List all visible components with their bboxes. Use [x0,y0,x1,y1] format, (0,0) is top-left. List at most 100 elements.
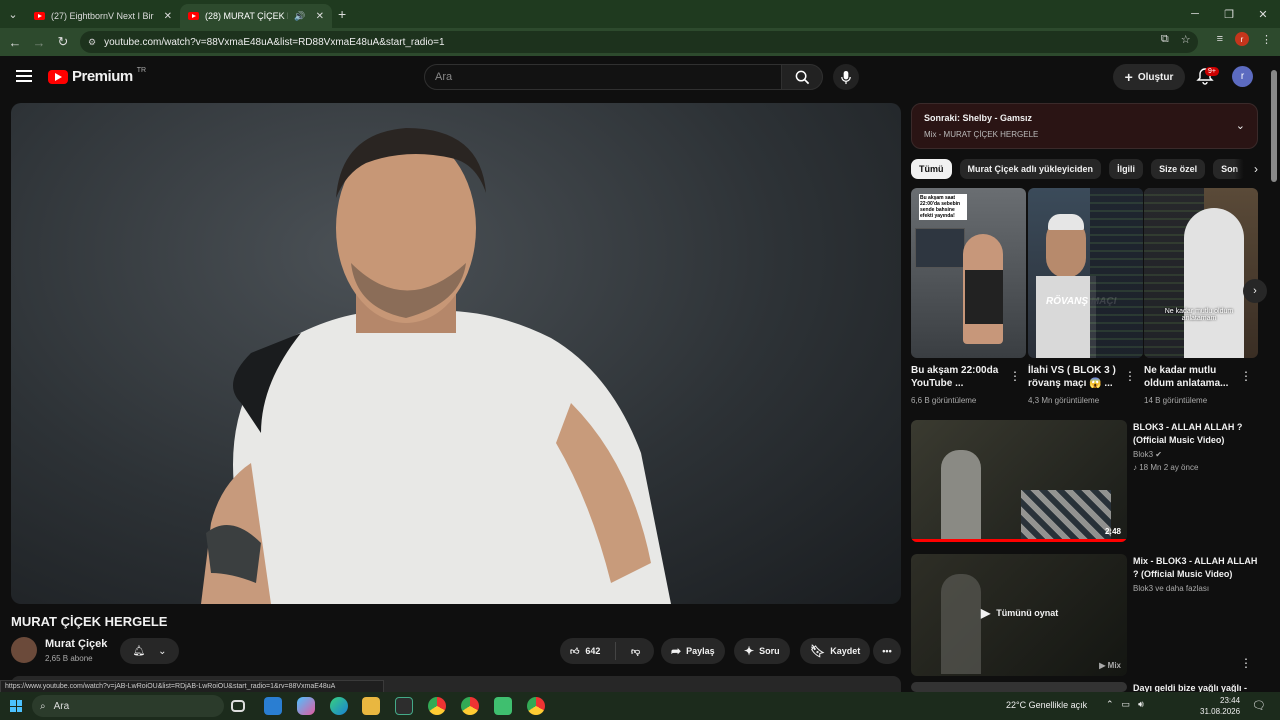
url-bar[interactable]: ⚙ youtube.com/watch?v=88VxmaE48uA&list=R… [80,31,1198,53]
channel-name[interactable]: Murat Çiçek [45,638,107,650]
hamburger-menu-icon[interactable] [16,70,32,82]
menu-dots-icon[interactable]: ⋮ [1261,33,1272,46]
short-overlay-text: Bu akşam saat 22:00'da sebebin sende bah… [919,194,967,220]
short-thumbnail-2[interactable]: RÖVANŞ MAÇI [1028,188,1143,358]
search-input[interactable]: Ara [424,64,782,90]
network-icon[interactable]: ▭ [1122,699,1131,710]
short-overlay-text: Ne kadar mutlu oldum anlatamam [1164,308,1234,322]
media-icon[interactable]: ≡ [1217,33,1223,45]
search-button[interactable] [781,64,823,90]
page-scrollbar[interactable] [1268,56,1280,692]
shorts-next-button[interactable]: › [1243,279,1267,303]
new-tab-button[interactable]: + [338,6,346,22]
short-title[interactable]: İlahi VS ( BLOK 3 ) rövanş maçı 😱 ... [1028,364,1124,390]
like-button[interactable]: 👍︎ 642 [560,642,616,660]
profile-avatar[interactable]: r [1235,32,1249,46]
taskbar-search[interactable]: ⌕ Ara [32,695,224,717]
window-controls: ─ ❐ ✕ [1178,0,1280,28]
chip-all[interactable]: Tümü [911,159,952,179]
bookmark-star-icon[interactable]: ☆ [1181,33,1191,46]
chevron-up-icon[interactable]: ⌃ [1106,699,1114,710]
speaker-icon[interactable]: 🔊 [294,11,305,22]
voice-search-button[interactable] [833,64,859,90]
forward-icon[interactable]: → [27,35,51,50]
short-title[interactable]: Bu akşam 22:00da YouTube ... [911,364,1007,390]
more-vertical-icon[interactable]: ⋮ [1240,369,1252,383]
verified-icon: ✔︎ [1155,450,1162,459]
folder-icon[interactable] [362,697,380,715]
play-all-overlay[interactable]: ▶ Tümünü oynat [981,606,1058,620]
tab-search-icon[interactable]: ⌄ [0,0,26,28]
video-title[interactable]: Mix - BLOK3 - ALLAH ALLAH ? (Official Mu… [1133,555,1258,581]
mix-thumbnail[interactable]: ▶ Tümünü oynat ▶︎ Mix [911,554,1127,676]
video-title[interactable]: Dayı geldi bize yağlı yağlı - [1133,682,1258,692]
edge-icon[interactable] [330,697,348,715]
microphone-icon [841,70,851,84]
volume-icon[interactable]: 🔊︎ [1138,699,1144,710]
chips-next-icon[interactable]: › [1234,159,1258,179]
chip-related[interactable]: İlgili [1109,159,1144,179]
search-icon: ⌕ [40,700,46,712]
save-label: Kaydet [830,646,861,656]
youtube-logo[interactable]: Premium TR [48,67,147,85]
person-shape [1036,276,1096,358]
sparkle-icon: ✦ [744,644,755,658]
play-icon: ▶ [981,606,991,620]
app-icon-2[interactable] [494,697,512,715]
channel-avatar[interactable] [11,637,37,663]
video-title[interactable]: BLOK3 - ALLAH ALLAH ? (Official Music Vi… [1133,421,1258,447]
more-vertical-icon[interactable]: ⋮ [1124,369,1136,383]
clock[interactable]: 23:44 31.08.2026 [1200,695,1240,717]
thumbs-down-icon: 👎︎ [631,645,641,656]
chrome-active-icon[interactable] [527,697,545,715]
more-vertical-icon[interactable]: ⋮ [1009,369,1021,383]
short-thumbnail-1[interactable]: Bu akşam saat 22:00'da sebebin sende bah… [911,188,1026,358]
video-channel: Blok3 ✔︎ [1133,450,1162,459]
region-code: TR [136,67,147,74]
windows-start-icon[interactable] [10,700,22,712]
browser-tab-1[interactable]: (27) EightbornV Next I Bir İtalya ✕ [26,4,180,28]
chip-for-you[interactable]: Size özel [1151,159,1206,179]
video-thumbnail[interactable]: 2:48 [911,420,1127,542]
store-icon[interactable] [395,697,413,715]
short-title[interactable]: Ne kadar mutlu oldum anlatama... [1144,364,1240,390]
share-button[interactable]: ➦ Paylaş [661,638,725,664]
task-view-icon[interactable] [231,700,245,712]
mix-playlist-header[interactable]: Sonraki: Shelby - Gamsız Mix - MURAT ÇİÇ… [911,103,1258,149]
save-button[interactable]: 🔖︎ Kaydet [800,638,871,664]
notification-badge: 9+ [1205,67,1219,76]
short-thumbnail-3[interactable]: Ne kadar mutlu oldum anlatamam [1144,188,1258,358]
ask-button[interactable]: ✦ Soru [734,638,790,664]
install-icon[interactable]: ⧉ [1161,33,1169,46]
minimize-icon[interactable]: ─ [1178,0,1212,28]
account-avatar[interactable]: r [1232,66,1253,87]
dislike-button[interactable]: 👎︎ [621,646,640,657]
close-tab-icon[interactable]: ✕ [316,11,324,22]
chrome-icon[interactable] [461,697,479,715]
channel-name[interactable]: Blok3 [1133,450,1153,459]
create-button[interactable]: + Oluştur [1113,64,1185,90]
more-actions-button[interactable]: ••• [873,638,901,664]
like-dislike-group: 👍︎ 642 👎︎ [560,638,654,664]
chevron-down-icon[interactable]: ⌄ [1236,119,1245,132]
chrome-icon[interactable] [428,697,446,715]
app-icon-1[interactable] [264,697,282,715]
restore-icon[interactable]: ❐ [1212,0,1246,28]
video-thumbnail[interactable] [911,682,1127,692]
video-frame [201,128,671,604]
reload-icon[interactable]: ↻ [51,34,75,50]
more-vertical-icon[interactable]: ⋮ [1240,656,1252,670]
site-info-icon[interactable]: ⚙ [88,37,96,48]
close-tab-icon[interactable]: ✕ [164,11,172,22]
subscription-notify-button[interactable]: 🔔︎ ⌄ [120,638,179,664]
back-icon[interactable]: ← [3,35,27,50]
notification-center-icon[interactable]: 🗨︎ [1252,699,1266,712]
video-player[interactable] [11,103,901,604]
browser-tab-2[interactable]: (28) MURAT ÇİÇEK HERGEL 🔊 ✕ [180,4,332,28]
close-window-icon[interactable]: ✕ [1246,0,1280,28]
weather-widget[interactable]: 22°C Genellikle açık [1006,700,1087,710]
chip-from-uploader[interactable]: Murat Çiçek adlı yükleyiciden [959,159,1102,179]
video-channel: Blok3 ve daha fazlası [1133,584,1210,593]
system-tray: ⌃ ▭ 🔊︎ [1106,699,1144,710]
copilot-icon[interactable] [297,697,315,715]
